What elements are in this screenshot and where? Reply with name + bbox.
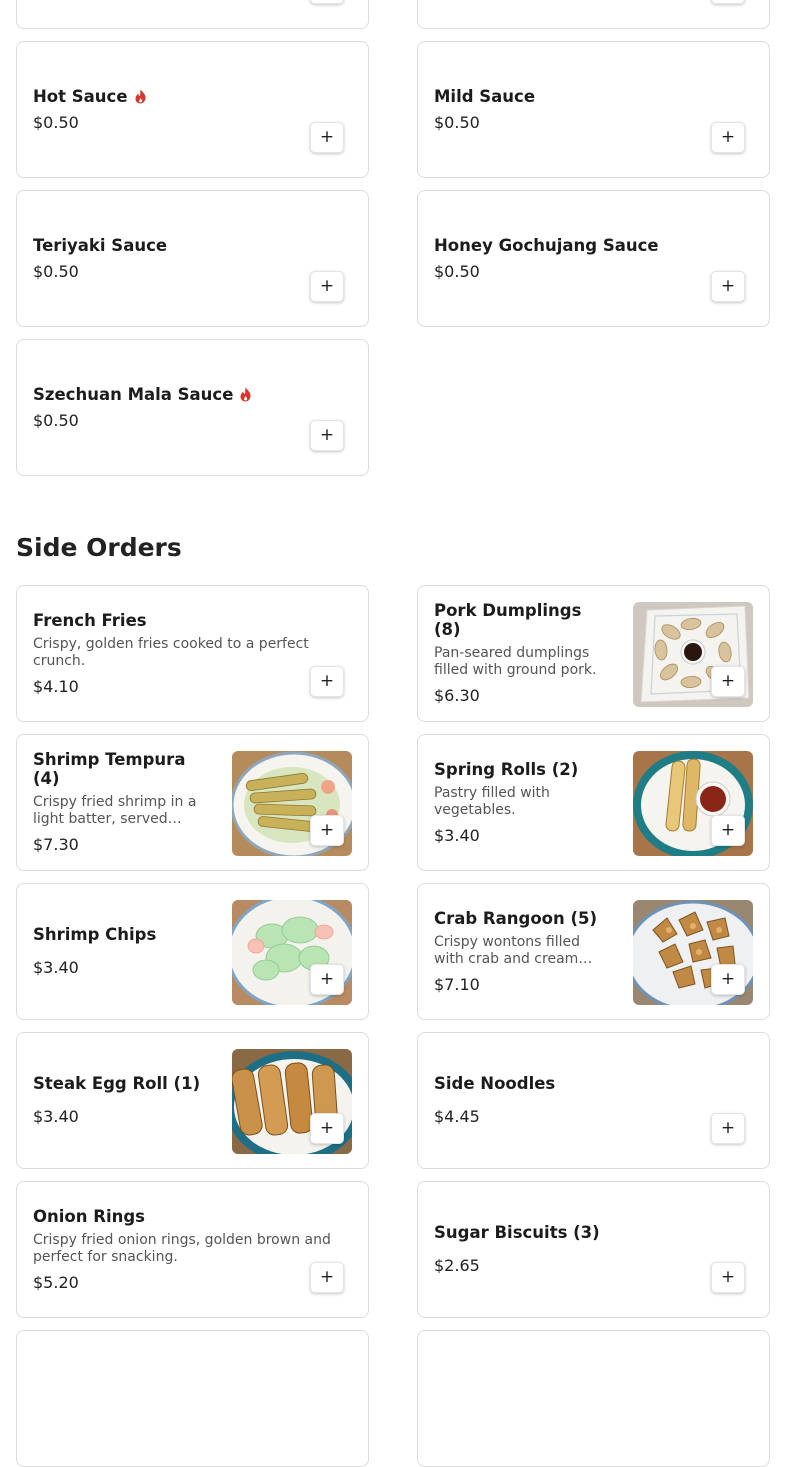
item-name: Shrimp Tempura (4) [33,750,186,788]
add-to-cart-button[interactable]: + [310,815,344,846]
item-price: $0.50 [33,112,79,132]
add-to-cart-button[interactable]: + [310,0,344,4]
plus-icon: + [720,969,736,989]
item-description: Crispy, golden fries cooked to a perfect… [33,635,309,669]
item-price: $3.40 [434,825,480,845]
item-description: Crispy wontons filled with crab and crea… [434,933,593,967]
item-description: Pan-seared dumplings filled with ground … [434,645,597,678]
menu-item-card[interactable]: French Fries Crispy, golden fries cooked… [16,585,369,722]
menu-item-card[interactable]: Crab Rangoon (5) Crispy wontons filled w… [417,883,770,1020]
item-price: $0.50 [434,112,480,132]
plus-icon: + [319,1118,335,1138]
item-name: Teriyaki Sauce [33,235,168,255]
add-to-cart-button[interactable]: + [310,122,344,153]
item-price: $2.65 [434,1256,480,1275]
menu-item-card[interactable]: Teriyaki Sauce $0.50 + [16,190,369,327]
menu-item-card[interactable]: Spring Rolls (2) Pastry filled with vege… [417,734,770,871]
add-to-cart-button[interactable]: + [711,666,745,697]
item-price: $0.50 [434,261,480,281]
item-price: $0.50 [33,261,79,281]
item-price: $4.45 [434,1107,480,1126]
plus-icon: + [720,1118,736,1138]
menu-item-card[interactable]: Szechuan Mala Sauce $0.50 + [16,339,369,476]
item-price: $4.10 [33,676,79,696]
plus-icon: + [720,127,736,147]
menu-item-card[interactable]: Shrimp Tempura (4) Crispy fried shrimp i… [16,734,369,871]
add-to-cart-button[interactable]: + [310,666,344,697]
item-price: $6.30 [434,686,480,705]
item-name: Hot Sauce [33,86,128,106]
add-to-cart-button[interactable]: + [310,420,344,451]
plus-icon: + [720,276,736,296]
plus-icon: + [319,969,335,989]
add-to-cart-button[interactable]: + [711,1262,745,1293]
item-name: Crab Rangoon (5) [434,908,598,928]
menu-item-card[interactable]: Mild Sauce $0.50 + [417,41,770,178]
menu-item-card[interactable]: Onion Rings Crispy fried onion rings, go… [16,1181,369,1318]
item-name: Shrimp Chips [33,925,157,944]
item-price: $3.40 [33,958,79,977]
add-to-cart-button[interactable]: + [310,964,344,995]
menu-item-card[interactable] [16,1330,369,1467]
item-name: French Fries [33,610,147,630]
add-to-cart-button[interactable]: + [310,1262,344,1293]
item-price: $7.10 [434,974,480,994]
plus-icon: + [319,820,335,840]
item-name: Szechuan Mala Sauce [33,384,234,404]
add-to-cart-button[interactable]: + [310,271,344,302]
menu-item-card[interactable]: + [417,0,770,29]
item-description: Pastry filled with vegetables. [434,784,550,818]
menu-item-card[interactable]: + [16,0,369,29]
chili-icon [135,89,146,103]
plus-icon: + [720,671,736,691]
menu-item-card[interactable]: Hot Sauce $0.50 + [16,41,369,178]
section-title: Side Orders [16,533,182,562]
plus-icon: + [319,127,335,147]
menu-item-card[interactable]: Shrimp Chips $3.40 + [16,883,369,1020]
item-name: Honey Gochujang Sauce [434,235,659,255]
item-name: Steak Egg Roll (1) [33,1074,201,1093]
item-price: $7.30 [33,835,79,854]
add-to-cart-button[interactable]: + [711,122,745,153]
plus-icon: + [319,1267,335,1287]
plus-icon: + [319,276,335,296]
menu-item-card[interactable]: Pork Dumplings (8) Pan-seared dumplings … [417,585,770,722]
item-name: Side Noodles [434,1074,556,1093]
item-price: $5.20 [33,1272,79,1292]
item-name: Pork Dumplings (8) [434,601,582,639]
plus-icon: + [720,1267,736,1287]
menu-item-card[interactable]: Side Noodles $4.45 + [417,1032,770,1169]
item-price: $3.40 [33,1107,79,1126]
plus-icon: + [720,820,736,840]
add-to-cart-button[interactable]: + [711,271,745,302]
item-description: Crispy fried shrimp in a light batter, s… [33,794,197,827]
menu-item-card[interactable] [417,1330,770,1467]
add-to-cart-button[interactable]: + [711,0,745,4]
add-to-cart-button[interactable]: + [310,1113,344,1144]
add-to-cart-button[interactable]: + [711,1113,745,1144]
item-name: Mild Sauce [434,86,536,106]
item-name: Sugar Biscuits (3) [434,1223,600,1242]
menu-item-card[interactable]: Honey Gochujang Sauce $0.50 + [417,190,770,327]
item-price: $0.50 [33,410,79,430]
menu-item-card[interactable]: Steak Egg Roll (1) $3.40 + [16,1032,369,1169]
add-to-cart-button[interactable]: + [711,964,745,995]
plus-icon: + [319,425,335,445]
chili-icon [240,387,251,401]
add-to-cart-button[interactable]: + [711,815,745,846]
item-name: Onion Rings [33,1206,145,1226]
plus-icon: + [319,671,335,691]
item-description: Crispy fried onion rings, golden brown a… [33,1231,331,1265]
menu-item-card[interactable]: Sugar Biscuits (3) $2.65 + [417,1181,770,1318]
item-name: Spring Rolls (2) [434,759,579,779]
